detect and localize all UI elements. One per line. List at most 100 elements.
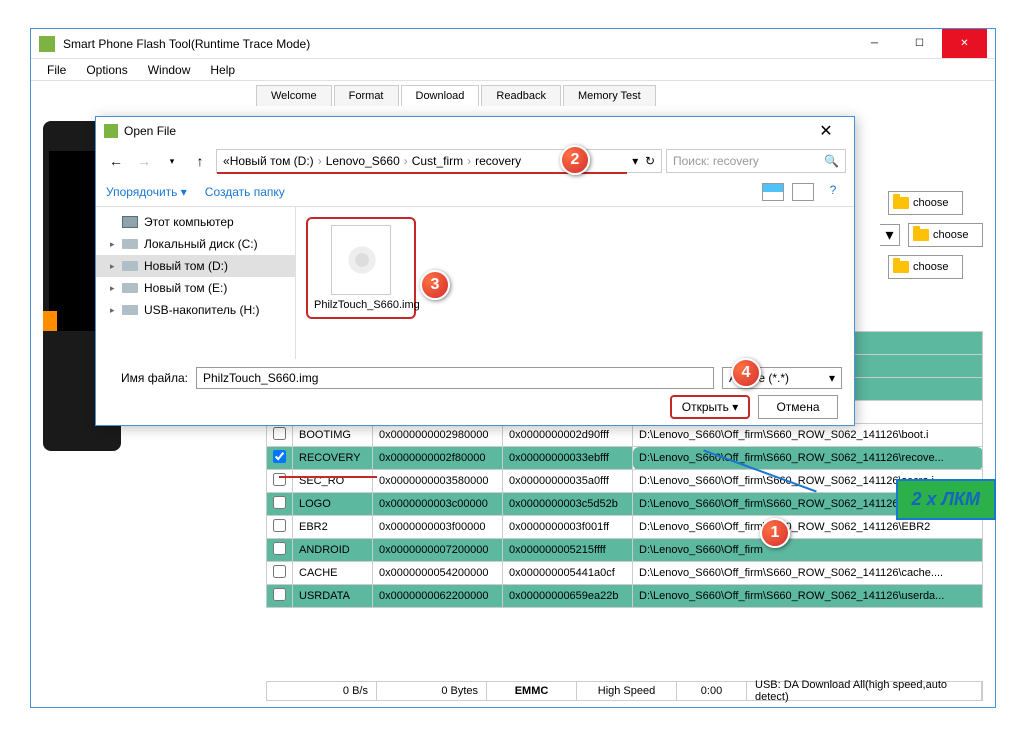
choose-button-3[interactable]: choose [888, 255, 963, 279]
end-address: 0x0000000003f001ff [503, 516, 633, 539]
nav-history-button[interactable]: ▾ [160, 149, 184, 173]
start-address: 0x0000000003c00000 [373, 493, 503, 516]
drive-icon [122, 261, 138, 271]
start-address: 0x0000000003580000 [373, 470, 503, 493]
end-address: 0x00000000035a0fff [503, 470, 633, 493]
drive-icon [122, 305, 138, 315]
location-path[interactable]: D:\Lenovo_S660\Off_firm\S660_ROW_S062_14… [633, 447, 983, 470]
status-time: 0:00 [677, 682, 747, 700]
dropdown-arrow-icon[interactable]: ▾ [880, 224, 900, 246]
row-checkbox[interactable] [273, 496, 286, 509]
location-path[interactable]: D:\Lenovo_S660\Off_firm\S660_ROW_S062_14… [633, 562, 983, 585]
row-checkbox[interactable] [273, 542, 286, 555]
table-row[interactable]: CACHE 0x0000000054200000 0x000000005441a… [267, 562, 983, 585]
tab-format[interactable]: Format [334, 85, 399, 106]
table-row[interactable]: EBR2 0x0000000003f00000 0x0000000003f001… [267, 516, 983, 539]
tree-item[interactable]: ▸Новый том (E:) [96, 277, 295, 299]
app-icon [39, 36, 55, 52]
choose-button-1[interactable]: choose [888, 191, 963, 215]
row-checkbox[interactable] [273, 473, 286, 486]
end-address: 0x000000005441a0cf [503, 562, 633, 585]
search-icon: 🔍 [824, 154, 839, 168]
location-path[interactable]: D:\Lenovo_S660\Off_firm\S660_ROW_S062_14… [633, 585, 983, 608]
minimize-button[interactable]: ─ [852, 29, 897, 58]
folder-icon [893, 261, 909, 273]
filename-input[interactable] [196, 367, 714, 389]
end-address: 0x00000000659ea22b [503, 585, 633, 608]
location-path[interactable]: D:\Lenovo_S660\Off_firm [633, 539, 983, 562]
choose-button-2[interactable]: choose [908, 223, 983, 247]
tabs: Welcome Format Download Readback Memory … [256, 85, 658, 106]
callout-3: 3 [420, 270, 450, 300]
table-row[interactable]: SEC_RO 0x0000000003580000 0x00000000035a… [267, 470, 983, 493]
disc-image-icon [331, 225, 391, 295]
window-title: Smart Phone Flash Tool(Runtime Trace Mod… [63, 37, 852, 51]
tab-download[interactable]: Download [401, 85, 480, 106]
row-checkbox[interactable] [273, 519, 286, 532]
table-row[interactable]: ANDROID 0x0000000007200000 0x00000000521… [267, 539, 983, 562]
tree-item[interactable]: Этот компьютер [96, 211, 295, 233]
dialog-title: Open File [124, 124, 806, 138]
menu-options[interactable]: Options [76, 61, 137, 79]
file-name: PhilzTouch_S660.img [314, 299, 408, 311]
partition-name: EBR2 [293, 516, 373, 539]
statusbar: 0 B/s 0 Bytes EMMC High Speed 0:00 USB: … [266, 681, 983, 701]
tab-memorytest[interactable]: Memory Test [563, 85, 656, 106]
status-mode: High Speed [577, 682, 677, 700]
nav-up-button[interactable]: ↑ [188, 149, 212, 173]
table-row[interactable]: LOGO 0x0000000003c00000 0x0000000003c5d5… [267, 493, 983, 516]
file-item[interactable]: PhilzTouch_S660.img [306, 217, 416, 319]
maximize-button[interactable]: ☐ [897, 29, 942, 58]
partition-name: CACHE [293, 562, 373, 585]
tree-item[interactable]: ▸Новый том (D:) [96, 255, 295, 277]
status-chip: EMMC [487, 682, 577, 700]
help-button[interactable]: ? [822, 183, 844, 201]
table-row[interactable]: USRDATA 0x0000000062200000 0x00000000659… [267, 585, 983, 608]
start-address: 0x0000000007200000 [373, 539, 503, 562]
tab-welcome[interactable]: Welcome [256, 85, 332, 106]
cancel-button[interactable]: Отмена [758, 395, 838, 419]
tree-item[interactable]: ▸USB-накопитель (H:) [96, 299, 295, 321]
nav-forward-button[interactable]: → [132, 149, 156, 173]
menu-file[interactable]: File [37, 61, 76, 79]
end-address: 0x000000005215ffff [503, 539, 633, 562]
app-icon [104, 124, 118, 138]
annotation-line [279, 476, 377, 478]
tree-item[interactable]: ▸Локальный диск (C:) [96, 233, 295, 255]
menu-window[interactable]: Window [138, 61, 201, 79]
partition-name: ANDROID [293, 539, 373, 562]
status-usb: USB: DA Download All(high speed,auto det… [747, 682, 982, 700]
pc-icon [122, 216, 138, 228]
nav-back-button[interactable]: ← [104, 149, 128, 173]
end-address: 0x00000000033ebfff [503, 447, 633, 470]
start-address: 0x0000000003f00000 [373, 516, 503, 539]
drive-icon [122, 239, 138, 249]
status-speed: 0 B/s [267, 682, 377, 700]
preview-pane-button[interactable] [792, 183, 814, 201]
open-button[interactable]: Открыть ▾ [670, 395, 750, 419]
partition-name: LOGO [293, 493, 373, 516]
breadcrumb[interactable]: « Новый том (D:)› Lenovo_S660› Cust_firm… [216, 149, 662, 173]
start-address: 0x0000000002f80000 [373, 447, 503, 470]
tab-readback[interactable]: Readback [481, 85, 561, 106]
callout-4: 4 [731, 358, 761, 388]
dialog-titlebar: Open File ✕ [96, 117, 854, 145]
menu-help[interactable]: Help [200, 61, 245, 79]
search-input[interactable]: Поиск: recovery 🔍 [666, 149, 846, 173]
callout-1: 1 [760, 518, 790, 548]
close-button[interactable]: ✕ [942, 29, 987, 58]
file-area[interactable]: PhilzTouch_S660.img [296, 207, 854, 359]
row-checkbox[interactable] [273, 450, 286, 463]
folder-tree: Этот компьютер▸Локальный диск (C:)▸Новый… [96, 207, 296, 359]
dialog-close-button[interactable]: ✕ [806, 121, 846, 141]
view-mode-button[interactable] [762, 183, 784, 201]
row-checkbox[interactable] [273, 565, 286, 578]
end-address: 0x0000000003c5d52b [503, 493, 633, 516]
organize-button[interactable]: Упорядочить ▾ [106, 185, 187, 199]
row-checkbox[interactable] [273, 588, 286, 601]
newfolder-button[interactable]: Создать папку [205, 185, 285, 199]
filename-label: Имя файла: [108, 371, 188, 385]
table-row[interactable]: RECOVERY 0x0000000002f80000 0x0000000003… [267, 447, 983, 470]
titlebar: Smart Phone Flash Tool(Runtime Trace Mod… [31, 29, 995, 59]
row-checkbox[interactable] [273, 427, 286, 440]
